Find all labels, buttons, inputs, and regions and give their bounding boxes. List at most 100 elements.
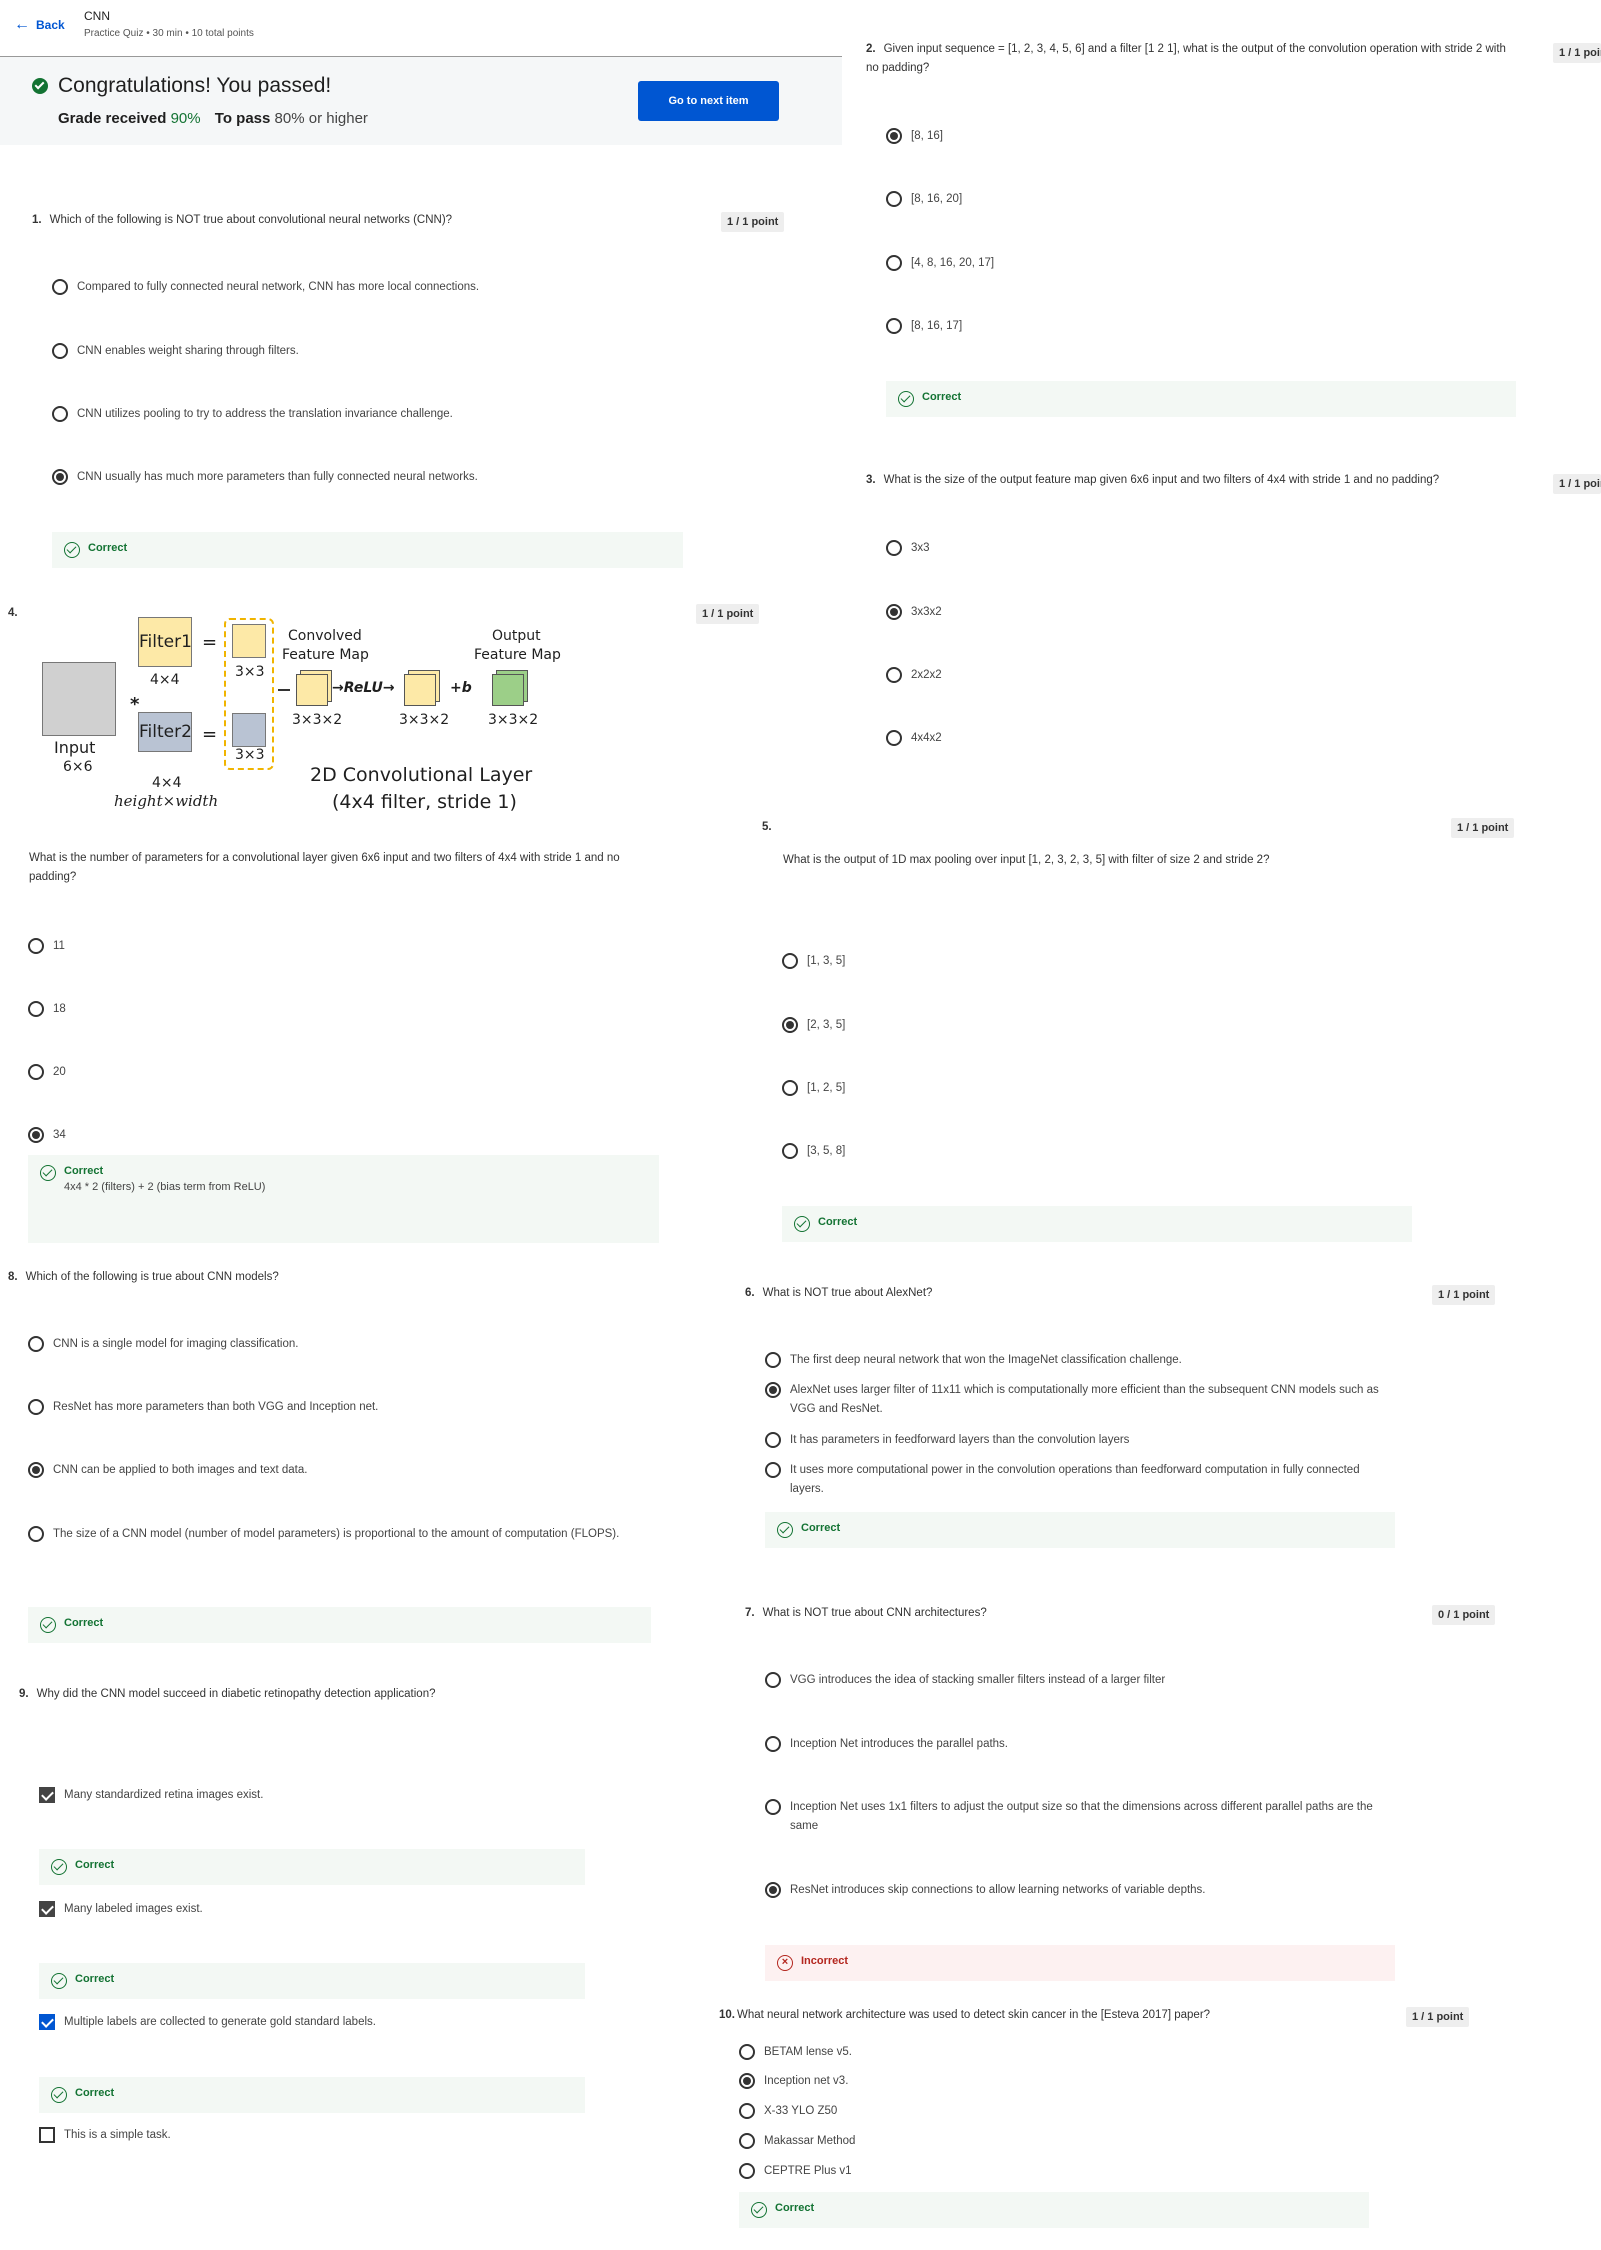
checkbox-option[interactable]: Multiple labels are collected to generat…: [39, 2013, 376, 2032]
option[interactable]: ResNet has more parameters than both VGG…: [28, 1398, 378, 1417]
option[interactable]: Inception Net introduces the parallel pa…: [765, 1735, 1008, 1754]
checkbox-option[interactable]: Many standardized retina images exist.: [39, 1786, 263, 1805]
option-selected[interactable]: 3x3x2: [886, 603, 942, 622]
option-selected[interactable]: CNN usually has much more parameters tha…: [52, 468, 478, 487]
option[interactable]: Compared to fully connected neural netwo…: [52, 278, 479, 297]
radio-button[interactable]: [739, 2133, 755, 2149]
bias-label: +b: [450, 680, 472, 696]
option[interactable]: CNN enables weight sharing through filte…: [52, 342, 299, 361]
checkbox-checked[interactable]: [39, 2014, 55, 2030]
check-circle-icon: [51, 1973, 67, 1989]
radio-button[interactable]: [782, 1143, 798, 1159]
option-selected[interactable]: 34: [28, 1126, 66, 1145]
radio-button[interactable]: [28, 1526, 44, 1542]
option[interactable]: Makassar Method: [739, 2132, 855, 2151]
radio-button[interactable]: [886, 540, 902, 556]
radio-button-selected[interactable]: [28, 1127, 44, 1143]
feedback-correct: Correct: [765, 1512, 1395, 1548]
checkbox-checked[interactable]: [39, 1787, 55, 1803]
question-10: 10. What neural network architecture was …: [719, 2009, 1211, 2021]
radio-button-selected[interactable]: [782, 1017, 798, 1033]
radio-button-selected[interactable]: [886, 128, 902, 144]
check-circle-icon: [751, 2202, 767, 2218]
radio-button[interactable]: [28, 1064, 44, 1080]
radio-button[interactable]: [739, 2163, 755, 2179]
option[interactable]: [8, 16, 20]: [886, 190, 962, 209]
radio-button[interactable]: [52, 279, 68, 295]
option[interactable]: It has parameters in feedforward layers …: [765, 1431, 1129, 1450]
radio-button[interactable]: [52, 406, 68, 422]
option[interactable]: [1, 2, 5]: [782, 1079, 845, 1098]
option[interactable]: The first deep neural network that won t…: [765, 1351, 1182, 1370]
radio-button-selected[interactable]: [52, 469, 68, 485]
conv-cube: [296, 674, 328, 706]
radio-button[interactable]: [765, 1432, 781, 1448]
radio-button[interactable]: [739, 2103, 755, 2119]
option-selected[interactable]: AlexNet uses larger filter of 11x11 whic…: [765, 1381, 1395, 1419]
option[interactable]: [3, 5, 8]: [782, 1142, 845, 1161]
radio-button[interactable]: [886, 191, 902, 207]
radio-button-selected[interactable]: [765, 1382, 781, 1398]
radio-button[interactable]: [28, 938, 44, 954]
radio-button-selected[interactable]: [765, 1882, 781, 1898]
radio-button[interactable]: [886, 730, 902, 746]
radio-button[interactable]: [886, 667, 902, 683]
radio-button-selected[interactable]: [739, 2073, 755, 2089]
checkbox-option[interactable]: Many labeled images exist.: [39, 1900, 203, 1919]
relu-cube: [404, 674, 436, 706]
radio-button[interactable]: [765, 1462, 781, 1478]
option[interactable]: [4, 8, 16, 20, 17]: [886, 254, 994, 273]
option[interactable]: CEPTRE Plus v1: [739, 2162, 852, 2181]
kernel2: [232, 713, 266, 747]
radio-button[interactable]: [886, 318, 902, 334]
option[interactable]: Inception Net uses 1x1 filters to adjust…: [765, 1798, 1395, 1836]
option[interactable]: BETAM lense v5.: [739, 2043, 852, 2062]
input-label: Input: [54, 738, 96, 757]
radio-button[interactable]: [765, 1352, 781, 1368]
next-item-button[interactable]: Go to next item: [638, 81, 779, 121]
check-circle-icon: [64, 542, 80, 558]
back-link[interactable]: ← Back: [14, 16, 65, 34]
checkbox[interactable]: [39, 2127, 55, 2143]
option[interactable]: It uses more computational power in the …: [765, 1461, 1395, 1499]
option[interactable]: 4x4x2: [886, 729, 942, 748]
radio-button[interactable]: [765, 1736, 781, 1752]
option[interactable]: VGG introduces the idea of stacking smal…: [765, 1671, 1165, 1690]
check-circle-icon: [40, 1165, 56, 1181]
checkbox-option[interactable]: This is a simple task.: [39, 2126, 171, 2145]
option[interactable]: 20: [28, 1063, 66, 1082]
option[interactable]: 3x3: [886, 539, 930, 558]
radio-button[interactable]: [782, 1080, 798, 1096]
option[interactable]: 2x2x2: [886, 666, 942, 685]
option[interactable]: 11: [28, 937, 65, 956]
convolution-diagram: Input 6×6 * Filter1 4×4 Filter2 4×4 heig…: [30, 612, 590, 822]
radio-button[interactable]: [52, 343, 68, 359]
option-selected[interactable]: [8, 16]: [886, 127, 943, 146]
option[interactable]: CNN is a single model for imaging classi…: [28, 1335, 298, 1354]
radio-button[interactable]: [765, 1799, 781, 1815]
feedback-correct: Correct: [39, 1963, 585, 1999]
option[interactable]: [1, 3, 5]: [782, 952, 845, 971]
option[interactable]: 18: [28, 1000, 66, 1019]
option[interactable]: The size of a CNN model (number of model…: [28, 1525, 638, 1544]
option-selected[interactable]: CNN can be applied to both images and te…: [28, 1461, 307, 1480]
radio-button[interactable]: [28, 1001, 44, 1017]
radio-button-selected[interactable]: [886, 604, 902, 620]
radio-button[interactable]: [28, 1336, 44, 1352]
radio-button[interactable]: [886, 255, 902, 271]
pass-title: Congratulations! You passed!: [58, 74, 332, 97]
radio-button[interactable]: [765, 1672, 781, 1688]
option-selected[interactable]: Inception net v3.: [739, 2072, 848, 2091]
option[interactable]: CNN utilizes pooling to try to address t…: [52, 405, 453, 424]
option[interactable]: [8, 16, 17]: [886, 317, 962, 336]
option-selected[interactable]: [2, 3, 5]: [782, 1016, 845, 1035]
radio-button[interactable]: [782, 953, 798, 969]
radio-button-selected[interactable]: [28, 1462, 44, 1478]
option[interactable]: X-33 YLO Z50: [739, 2102, 837, 2121]
radio-button[interactable]: [28, 1399, 44, 1415]
checkbox-checked[interactable]: [39, 1901, 55, 1917]
option-selected[interactable]: ResNet introduces skip connections to al…: [765, 1881, 1206, 1900]
arrow: [278, 689, 290, 691]
feedback-correct: Correct: [782, 1206, 1412, 1242]
radio-button[interactable]: [739, 2044, 755, 2060]
